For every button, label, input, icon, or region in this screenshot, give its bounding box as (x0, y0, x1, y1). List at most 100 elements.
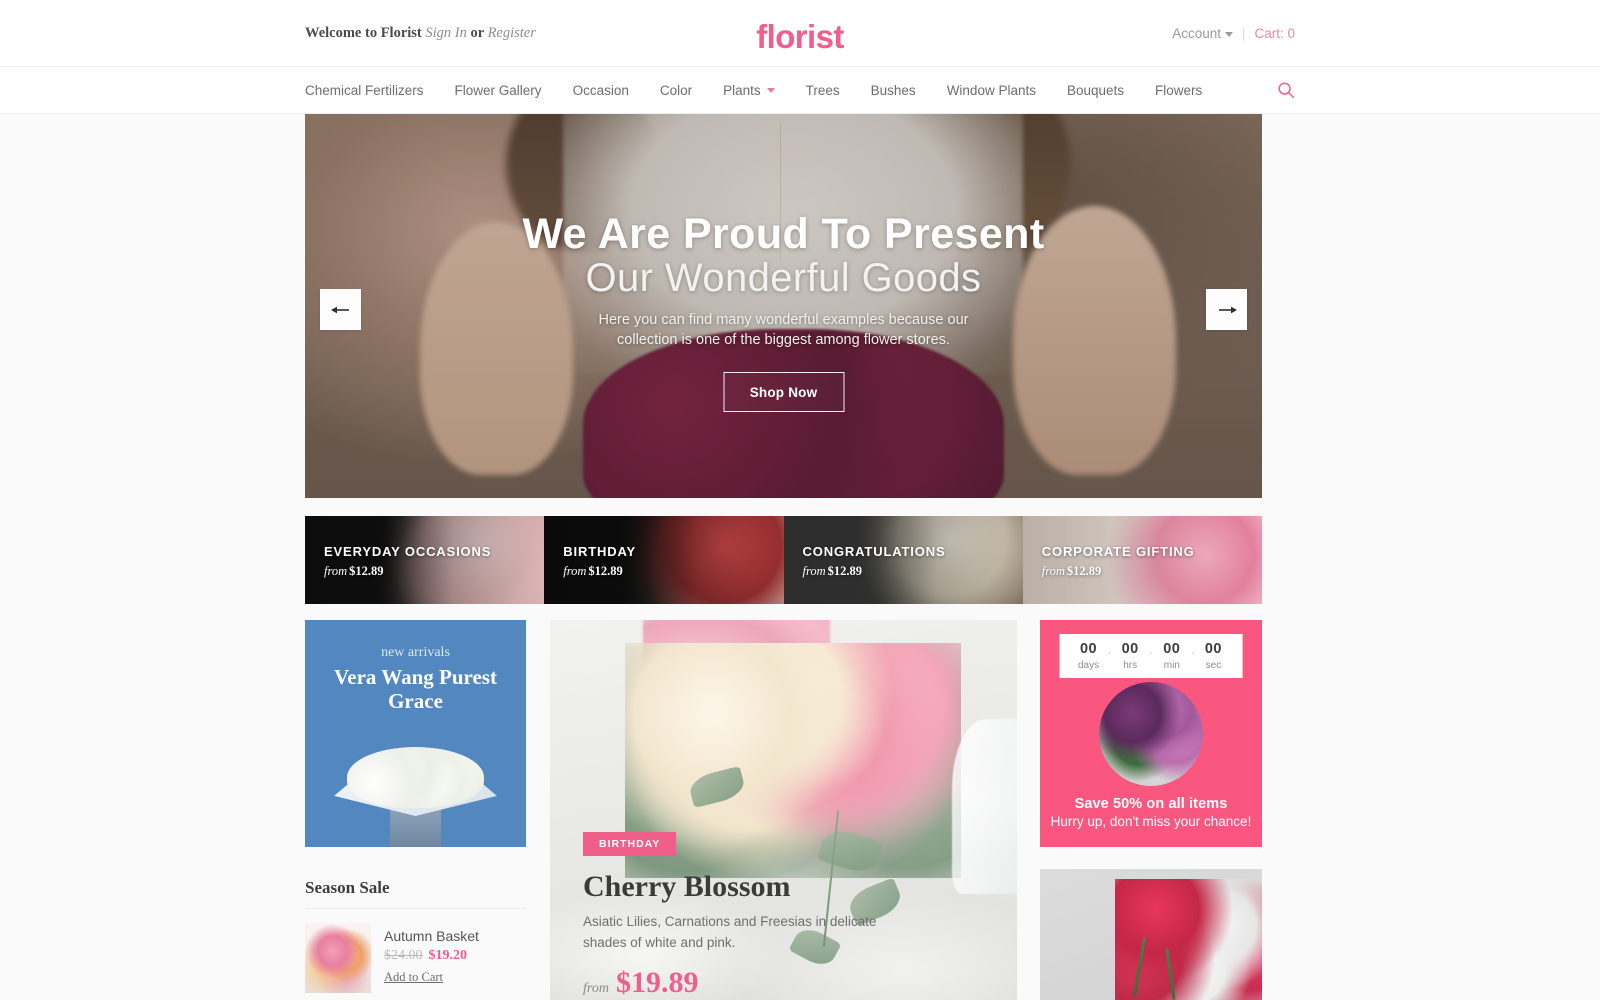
countdown-label: min (1163, 660, 1180, 671)
top-bar: Welcome to Florist Sign In or Register f… (0, 0, 1600, 67)
countdown-value: 00 (1163, 641, 1181, 657)
promo-sale-line1: Save 50% on all items (1074, 796, 1228, 812)
site-logo[interactable]: florist (0, 18, 1600, 56)
countdown-unit-days: 00 days (1074, 641, 1104, 672)
lower-content-grid: new arrivals Vera Wang Purest Grace Seas… (305, 620, 1262, 1000)
countdown-label: days (1078, 660, 1100, 671)
promo-sale-line2: Hurry up, don't miss your chance! (1050, 814, 1252, 829)
hero-slider: We Are Proud To Present Our Wonderful Go… (305, 114, 1262, 498)
featured-product-description: Asiatic Lilies, Carnations and Freesias … (583, 914, 877, 950)
nav-item-bouquets[interactable]: Bouquets (1067, 83, 1124, 98)
banner-from-label: from (1041, 564, 1065, 578)
nav-label: Bouquets (1066, 83, 1125, 98)
chevron-down-icon (766, 88, 775, 93)
banner-price-value: $12.89 (827, 564, 863, 578)
main-navigation: Chemical Fertilizers Flower Gallery Occa… (0, 67, 1600, 114)
arrow-left-icon (330, 306, 349, 313)
banner-title: CONGRATULATIONS (802, 544, 946, 559)
shop-now-button[interactable]: Shop Now (723, 372, 844, 412)
category-banner-congratulations[interactable]: CONGRATULATIONS from $12.89 (783, 516, 1023, 604)
hero-subtitle-line2: collection is one of the biggest among f… (617, 332, 950, 348)
banner-from-label: from (563, 564, 587, 578)
banner-price-value: $12.89 (588, 564, 623, 578)
price-from-label: from (583, 981, 609, 996)
add-to-cart-link[interactable]: Add to Cart (384, 970, 443, 985)
banner-price: from $12.89 (1042, 564, 1195, 579)
promo-title: Vera Wang Purest Grace (334, 665, 497, 713)
hero-subtitle-line1: Here you can find many wonderful example… (598, 312, 969, 328)
countdown-separator: . (1190, 642, 1195, 657)
banner-price: from $12.89 (324, 564, 491, 579)
hero-title-line1: We Are Proud To Present (522, 210, 1045, 258)
countdown-label: sec (1205, 660, 1222, 671)
countdown-value: 00 (1204, 641, 1222, 657)
nav-item-chemical-fertilizers[interactable]: Chemical Fertilizers (305, 83, 424, 98)
banner-from-label: from (324, 564, 348, 578)
divider (305, 908, 526, 909)
sale-price: $19.20 (428, 948, 468, 963)
countdown-label: hrs (1123, 660, 1138, 671)
featured-product-price: from $19.89 (583, 966, 913, 1000)
nav-item-bushes[interactable]: Bushes (871, 83, 916, 98)
nav-item-flowers[interactable]: Flowers (1155, 83, 1202, 98)
product-prices: $24.00 $19.20 (384, 948, 479, 964)
banner-title: BIRTHDAY (563, 544, 637, 559)
hero-content: We Are Proud To Present Our Wonderful Go… (305, 114, 1262, 498)
promo-card-sale-countdown[interactable]: 00 days . 00 hrs . 00 min . 00 sec Save … (1040, 620, 1262, 847)
white-roses-bouquet-image (323, 721, 508, 847)
lilac-plant-image (1099, 682, 1203, 786)
search-icon[interactable] (1277, 81, 1295, 99)
account-cart-area: Account | Cart: 0 (1172, 26, 1295, 41)
nav-item-color[interactable]: Color (660, 83, 692, 98)
product-thumbnail-autumn-basket[interactable] (305, 923, 371, 993)
nav-label: Flower Gallery (454, 83, 542, 98)
banner-title: EVERYDAY OCCASIONS (324, 544, 492, 559)
nav-items: Chemical Fertilizers Flower Gallery Occa… (305, 67, 1262, 114)
nav-item-window-plants[interactable]: Window Plants (947, 83, 1036, 98)
countdown-separator: . (1149, 642, 1153, 657)
countdown-timer: 00 days . 00 hrs . 00 min . 00 sec (1059, 634, 1243, 678)
category-banner-corporate-gifting[interactable]: CORPORATE GIFTING from $12.89 (1022, 516, 1262, 604)
countdown-unit-hours: 00 hrs (1115, 641, 1145, 672)
price-value: $19.89 (615, 966, 699, 999)
slider-next-button[interactable] (1206, 289, 1247, 330)
nav-item-flower-gallery[interactable]: Flower Gallery (455, 83, 542, 98)
countdown-value: 00 (1121, 641, 1139, 657)
cart-link[interactable]: Cart: 0 (1254, 26, 1295, 41)
countdown-value: 00 (1079, 641, 1098, 657)
chevron-down-icon (1224, 31, 1233, 37)
arrow-right-icon (1218, 306, 1237, 313)
status-badge: BIRTHDAY (583, 832, 677, 856)
featured-product-title: Cherry Blossom (583, 870, 791, 903)
nav-label: Trees (805, 83, 840, 98)
hero-title-line2: Our Wonderful Goods (585, 256, 982, 300)
nav-item-occasion[interactable]: Occasion (573, 83, 629, 98)
old-price: $24.00 (384, 948, 423, 963)
banner-price: from $12.89 (803, 564, 946, 579)
season-sale-item[interactable]: Autumn Basket $24.00 $19.20 Add to Cart (305, 923, 526, 1000)
account-label: Account (1172, 26, 1221, 41)
nav-label: Plants (723, 83, 761, 98)
promo-eyebrow: new arrivals (381, 645, 450, 660)
promo-sale-text: Save 50% on all items Hurry up, don't mi… (1050, 796, 1252, 829)
hero-subtitle: Here you can find many wonderful example… (305, 310, 1262, 350)
countdown-unit-seconds: 00 sec (1198, 641, 1228, 672)
featured-product-card[interactable]: BIRTHDAY Cherry Blossom Asiatic Lilies, … (550, 620, 1017, 1000)
nav-label: Flowers (1155, 83, 1203, 98)
account-dropdown[interactable]: Account (1172, 26, 1233, 41)
slider-prev-button[interactable] (320, 289, 361, 330)
countdown-separator: . (1107, 642, 1112, 657)
banner-title: CORPORATE GIFTING (1041, 544, 1195, 559)
nav-label: Bushes (870, 83, 916, 98)
promo-card-new-arrivals[interactable]: new arrivals Vera Wang Purest Grace (305, 620, 526, 847)
nav-label: Occasion (572, 83, 629, 98)
page-root: Welcome to Florist Sign In or Register f… (0, 0, 1600, 1000)
category-banner-birthday[interactable]: BIRTHDAY from $12.89 (544, 516, 784, 604)
product-card-carnations[interactable] (1040, 869, 1262, 1000)
nav-label: Color (659, 83, 693, 98)
nav-item-plants[interactable]: Plants (723, 83, 775, 98)
divider: | (1241, 26, 1246, 41)
nav-item-trees[interactable]: Trees (806, 83, 840, 98)
season-sale-heading: Season Sale (305, 878, 390, 897)
category-banner-everyday-occasions[interactable]: EVERYDAY OCCASIONS from $12.89 (305, 516, 545, 604)
